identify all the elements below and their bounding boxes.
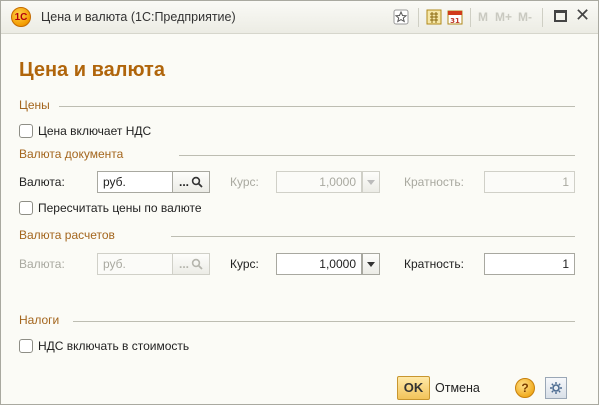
settle-rate-label: Курс:: [230, 257, 259, 271]
group-prices-label: Цены: [19, 98, 50, 112]
settle-currency-label: Валюта:: [19, 257, 65, 271]
chevron-down-icon: [367, 179, 375, 185]
memory-m-plus-button[interactable]: M+: [495, 10, 512, 24]
doc-currency-input[interactable]: руб.: [97, 171, 173, 193]
settle-rate-dropdown-button[interactable]: [362, 253, 380, 275]
doc-multiplicity-label: Кратность:: [404, 175, 464, 189]
search-icon: [191, 258, 203, 270]
toolbar-separator: [470, 8, 471, 27]
svg-text:31: 31: [450, 17, 460, 25]
settle-multiplicity-label: Кратность:: [404, 257, 464, 271]
vat-in-cost-label: НДС включать в стоимость: [38, 339, 190, 353]
favorites-star-icon[interactable]: [392, 8, 410, 26]
vat-included-label: Цена включает НДС: [38, 124, 152, 138]
close-icon[interactable]: ✕: [575, 5, 590, 26]
doc-multiplicity-input: 1: [484, 171, 575, 193]
recalc-prices-checkbox[interactable]: [19, 201, 33, 215]
vat-in-cost-checkbox[interactable]: [19, 339, 33, 353]
vat-in-cost-row[interactable]: НДС включать в стоимость: [19, 335, 189, 357]
settle-currency-select-button: ...: [173, 253, 210, 275]
divider: [73, 321, 575, 322]
app-logo-icon: 1С: [11, 7, 31, 27]
calculator-icon[interactable]: [425, 8, 443, 26]
settle-multiplicity-input[interactable]: 1: [484, 253, 575, 275]
doc-currency-label: Валюта:: [19, 175, 65, 189]
memory-m-button[interactable]: M: [478, 10, 488, 24]
group-prices: Цены: [19, 98, 575, 112]
form-title: Цена и валюта: [19, 59, 165, 81]
doc-currency-select-button[interactable]: ...: [173, 171, 210, 193]
title-bar[interactable]: 1С Цена и валюта (1С:Предприятие) 31 M M…: [1, 1, 598, 34]
divider: [59, 106, 575, 107]
vat-included-row[interactable]: Цена включает НДС: [19, 120, 151, 142]
settle-rate-input[interactable]: 1,0000: [276, 253, 362, 275]
doc-rate-input: 1,0000: [276, 171, 362, 193]
settle-currency-input: руб.: [97, 253, 173, 275]
vat-included-checkbox[interactable]: [19, 124, 33, 138]
recalc-prices-label: Пересчитать цены по валюте: [38, 201, 202, 215]
divider: [179, 155, 575, 156]
doc-rate-dropdown-button: [362, 171, 380, 193]
toolbar-separator: [418, 8, 419, 27]
cancel-button[interactable]: Отмена: [435, 376, 480, 400]
help-icon[interactable]: ?: [515, 378, 535, 398]
window-title: Цена и валюта (1С:Предприятие): [41, 10, 236, 24]
maximize-icon[interactable]: [554, 10, 567, 22]
select-dots: ...: [178, 257, 189, 271]
ok-button[interactable]: OK: [397, 376, 430, 400]
dialog-window: 1С Цена и валюта (1С:Предприятие) 31 M M…: [0, 0, 599, 405]
select-dots: ...: [178, 175, 189, 189]
toolbar-separator: [542, 8, 543, 27]
group-settle-currency-label: Валюта расчетов: [19, 228, 115, 242]
form-settings-icon[interactable]: [545, 377, 567, 399]
group-taxes-label: Налоги: [19, 313, 60, 327]
recalc-prices-row[interactable]: Пересчитать цены по валюте: [19, 197, 202, 219]
divider: [171, 236, 575, 237]
doc-rate-label: Курс:: [230, 175, 259, 189]
chevron-down-icon: [367, 261, 375, 267]
memory-m-minus-button[interactable]: M-: [518, 10, 532, 24]
group-settle-currency: Валюта расчетов: [19, 228, 575, 242]
calendar-icon[interactable]: 31: [446, 8, 464, 26]
group-taxes: Налоги: [19, 313, 575, 327]
search-icon: [191, 176, 203, 188]
group-doc-currency: Валюта документа: [19, 147, 575, 161]
group-doc-currency-label: Валюта документа: [19, 147, 124, 161]
